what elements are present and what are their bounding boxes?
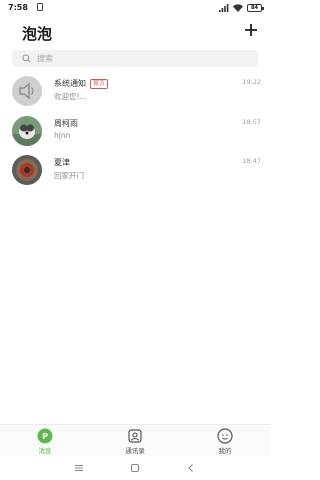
speaker-icon (12, 76, 42, 106)
tab-profile-label: 我的 (218, 447, 232, 455)
conversation-preview: 欢迎您!... (54, 92, 87, 101)
svg-text:P: P (42, 432, 48, 441)
conversation-preview: 回家开门 (54, 171, 84, 180)
bottom-nav: P 消息 通讯录 我的 (0, 424, 270, 457)
conversation-title: 周柯雨 (54, 119, 78, 128)
wifi-icon (233, 3, 243, 12)
tab-messages-label: 消息 (38, 447, 52, 455)
plus-icon[interactable] (243, 22, 259, 38)
conversation-item[interactable]: 周柯雨 hjnn 18:57 (0, 112, 270, 149)
battery-icon: 84 (247, 3, 264, 12)
tab-messages[interactable]: P 消息 (25, 428, 65, 456)
system-nav-bar (0, 456, 270, 480)
conversation-name: 周柯雨 (54, 118, 78, 129)
conversation-title: 系统通知 (54, 79, 86, 88)
dog-photo (12, 116, 42, 146)
signal-icon (219, 3, 229, 12)
contacts-icon (128, 429, 142, 443)
conversation-name: 系统通知 官方 (54, 78, 109, 89)
tab-profile[interactable]: 我的 (205, 428, 245, 456)
home-icon[interactable] (129, 462, 141, 474)
back-icon[interactable] (185, 462, 197, 474)
tab-contacts-label: 通讯录 (125, 447, 145, 455)
conversation-item[interactable]: 夏津 回家开门 18:47 (0, 151, 270, 188)
round-photo-avatar (12, 155, 42, 185)
search-icon (22, 54, 31, 63)
notification-icon (37, 3, 43, 11)
status-bar: 7:58 84 (0, 0, 270, 16)
conversation-name: 夏津 (54, 157, 70, 168)
conversation-title: 夏津 (54, 158, 70, 167)
app-screen: 7:58 84 泡泡 搜索 系统通知 官方 欢迎您!... 19:22 周柯雨 … (0, 0, 270, 480)
status-time: 7:58 (8, 3, 28, 12)
conversation-time: 19:22 (242, 78, 261, 86)
speaker-avatar (12, 76, 42, 106)
chat-bubble-icon: P (37, 428, 53, 444)
conversation-time: 18:47 (242, 157, 261, 165)
status-icons: 84 (219, 3, 264, 12)
conversation-time: 18:57 (242, 118, 261, 126)
dog-photo-avatar (12, 116, 42, 146)
search-placeholder: 搜索 (37, 54, 53, 63)
conversation-item[interactable]: 系统通知 官方 欢迎您!... 19:22 (0, 72, 270, 109)
round-photo (12, 155, 42, 185)
official-badge: 官方 (90, 78, 109, 89)
tab-contacts[interactable]: 通讯录 (115, 428, 155, 456)
profile-icon (217, 428, 233, 444)
page-title: 泡泡 (22, 25, 53, 43)
menu-icon[interactable] (73, 462, 85, 474)
conversation-preview: hjnn (54, 131, 71, 140)
search-input[interactable]: 搜索 (12, 50, 258, 67)
